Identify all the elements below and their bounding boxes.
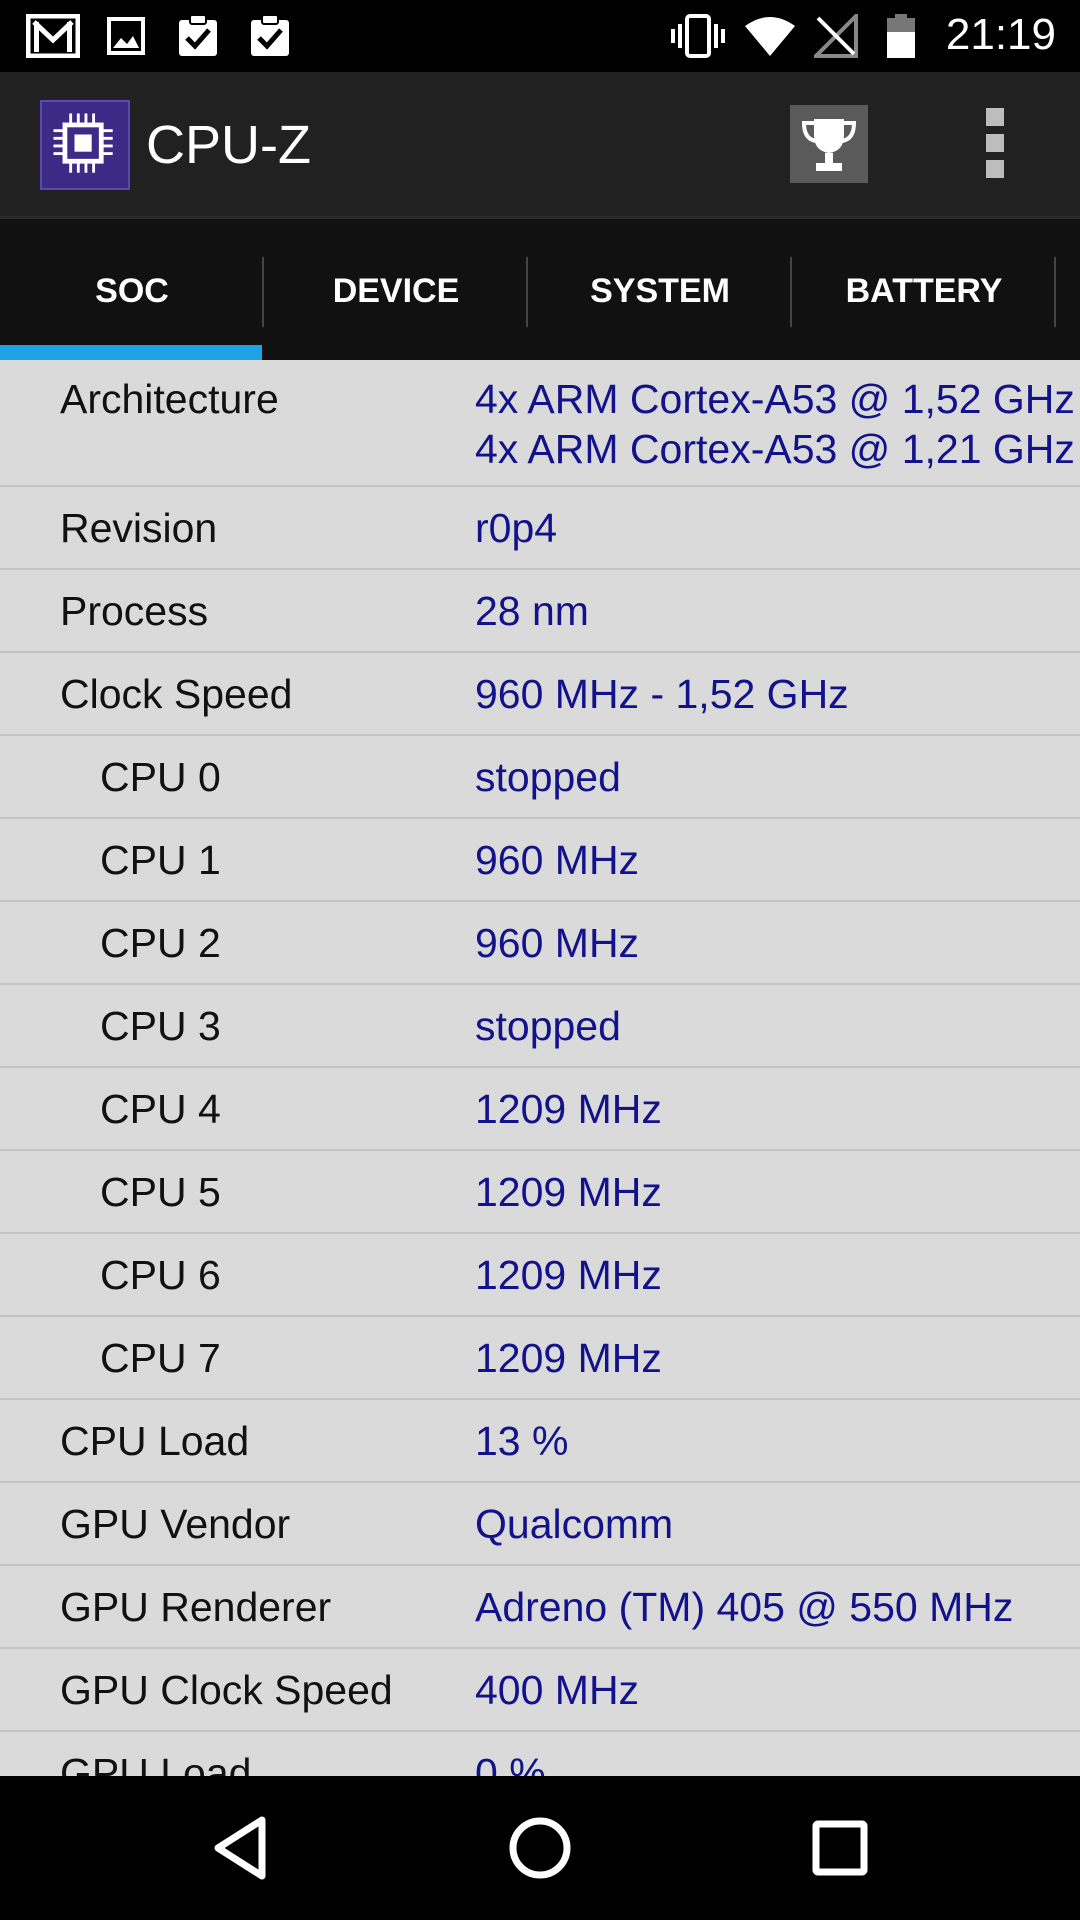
- spec-row-process: Process 28 nm: [0, 570, 1080, 653]
- spec-value: 0 %: [475, 1750, 546, 1776]
- spec-value: 1209 MHz: [475, 1252, 662, 1298]
- vibrate-icon: [671, 14, 725, 58]
- spec-row-gpu-load: GPU Load 0 %: [0, 1732, 1080, 1776]
- spec-row-clock-speed: Clock Speed 960 MHz - 1,52 GHz: [0, 653, 1080, 736]
- gallery-icon: [107, 17, 145, 55]
- spec-value-line: 4x ARM Cortex-A53 @ 1,21 GHz: [475, 426, 1075, 472]
- spec-row-cpu6: CPU 6 1209 MHz: [0, 1234, 1080, 1317]
- spec-label: CPU 6: [100, 1252, 221, 1298]
- spec-label: GPU Renderer: [60, 1584, 332, 1630]
- spec-label: CPU 2: [100, 920, 221, 966]
- spec-label: Architecture: [60, 376, 279, 422]
- spec-value: Qualcomm: [475, 1501, 674, 1547]
- back-button[interactable]: [150, 1776, 330, 1920]
- spec-row-cpu3: CPU 3 stopped: [0, 985, 1080, 1068]
- tab-bar: SOC DEVICE SYSTEM BATTERY: [0, 216, 1080, 363]
- spec-value: 4x ARM Cortex-A53 @ 1,52 GHz 4x ARM Cort…: [475, 374, 1075, 474]
- spec-row-cpu0: CPU 0 stopped: [0, 736, 1080, 819]
- recents-button[interactable]: [750, 1776, 930, 1920]
- spec-value: 400 MHz: [475, 1667, 640, 1713]
- home-button[interactable]: [450, 1776, 630, 1920]
- spec-label: GPU Vendor: [60, 1501, 291, 1547]
- app-bar: CPU-Z: [0, 72, 1080, 216]
- tab-system[interactable]: SYSTEM: [528, 219, 792, 363]
- spec-label: CPU 4: [100, 1086, 221, 1132]
- status-bar: 21:19: [0, 0, 1080, 72]
- spec-value: 13 %: [475, 1418, 569, 1464]
- spec-value: stopped: [475, 754, 621, 800]
- spec-row-revision: Revision r0p4: [0, 487, 1080, 570]
- tab-battery[interactable]: BATTERY: [792, 219, 1056, 363]
- spec-value: 1209 MHz: [475, 1169, 662, 1215]
- spec-row-cpu5: CPU 5 1209 MHz: [0, 1151, 1080, 1234]
- status-time: 21:19: [945, 10, 1056, 59]
- spec-label: CPU 3: [100, 1003, 221, 1049]
- spec-value: 960 MHz: [475, 920, 640, 966]
- spec-row-cpu7: CPU 7 1209 MHz: [0, 1317, 1080, 1400]
- battery-icon: [887, 14, 915, 58]
- spec-value: 960 MHz - 1,52 GHz: [475, 671, 849, 717]
- tab-soc[interactable]: SOC: [0, 219, 264, 363]
- spec-label: Revision: [60, 505, 218, 551]
- spec-row-architecture: Architecture 4x ARM Cortex-A53 @ 1,52 GH…: [0, 360, 1080, 487]
- tab-device[interactable]: DEVICE: [264, 219, 528, 363]
- spec-label: CPU 7: [100, 1335, 221, 1381]
- spec-row-gpu-clock-speed: GPU Clock Speed 400 MHz: [0, 1649, 1080, 1732]
- spec-label: GPU Load: [60, 1750, 252, 1776]
- back-icon: [214, 1816, 266, 1880]
- spec-value: 1209 MHz: [475, 1086, 662, 1132]
- overflow-menu-button[interactable]: [976, 108, 1016, 180]
- spec-row-cpu4: CPU 4 1209 MHz: [0, 1068, 1080, 1151]
- spec-row-gpu-vendor: GPU Vendor Qualcomm: [0, 1483, 1080, 1566]
- spec-label: GPU Clock Speed: [60, 1667, 393, 1713]
- spec-row-cpu2: CPU 2 960 MHz: [0, 902, 1080, 985]
- trophy-icon: [801, 119, 857, 171]
- no-signal-icon: [814, 14, 858, 58]
- spec-value: 1209 MHz: [475, 1335, 662, 1381]
- app-title: CPU-Z: [146, 115, 311, 175]
- home-icon: [509, 1817, 571, 1879]
- spec-row-gpu-renderer: GPU Renderer Adreno (TM) 405 @ 550 MHz: [0, 1566, 1080, 1649]
- spec-row-cpu-load: CPU Load 13 %: [0, 1400, 1080, 1483]
- tab-divider: [1054, 257, 1056, 327]
- active-tab-indicator: [0, 345, 262, 361]
- spec-value: Adreno (TM) 405 @ 550 MHz: [475, 1584, 1014, 1630]
- spec-label: Process: [60, 588, 209, 634]
- spec-label: Clock Speed: [60, 671, 293, 717]
- navigation-bar: [0, 1776, 1080, 1920]
- spec-value: 28 nm: [475, 588, 589, 634]
- trophy-button[interactable]: [790, 105, 868, 183]
- spec-label: CPU 0: [100, 754, 221, 800]
- gmail-icon: [26, 14, 80, 58]
- spec-label: CPU Load: [60, 1418, 250, 1464]
- spec-label: CPU 5: [100, 1169, 221, 1215]
- clipboard-check-icon: [251, 14, 289, 56]
- recents-icon: [812, 1820, 868, 1876]
- spec-value: stopped: [475, 1003, 621, 1049]
- spec-label: CPU 1: [100, 837, 221, 883]
- spec-value: r0p4: [475, 505, 558, 551]
- app-logo-icon: [40, 100, 130, 190]
- wifi-icon: [745, 17, 795, 56]
- spec-row-cpu1: CPU 1 960 MHz: [0, 819, 1080, 902]
- soc-info-list[interactable]: Architecture 4x ARM Cortex-A53 @ 1,52 GH…: [0, 360, 1080, 1776]
- spec-value: 960 MHz: [475, 837, 640, 883]
- clipboard-check-icon: [179, 14, 217, 56]
- spec-value-line: 4x ARM Cortex-A53 @ 1,52 GHz: [475, 376, 1075, 422]
